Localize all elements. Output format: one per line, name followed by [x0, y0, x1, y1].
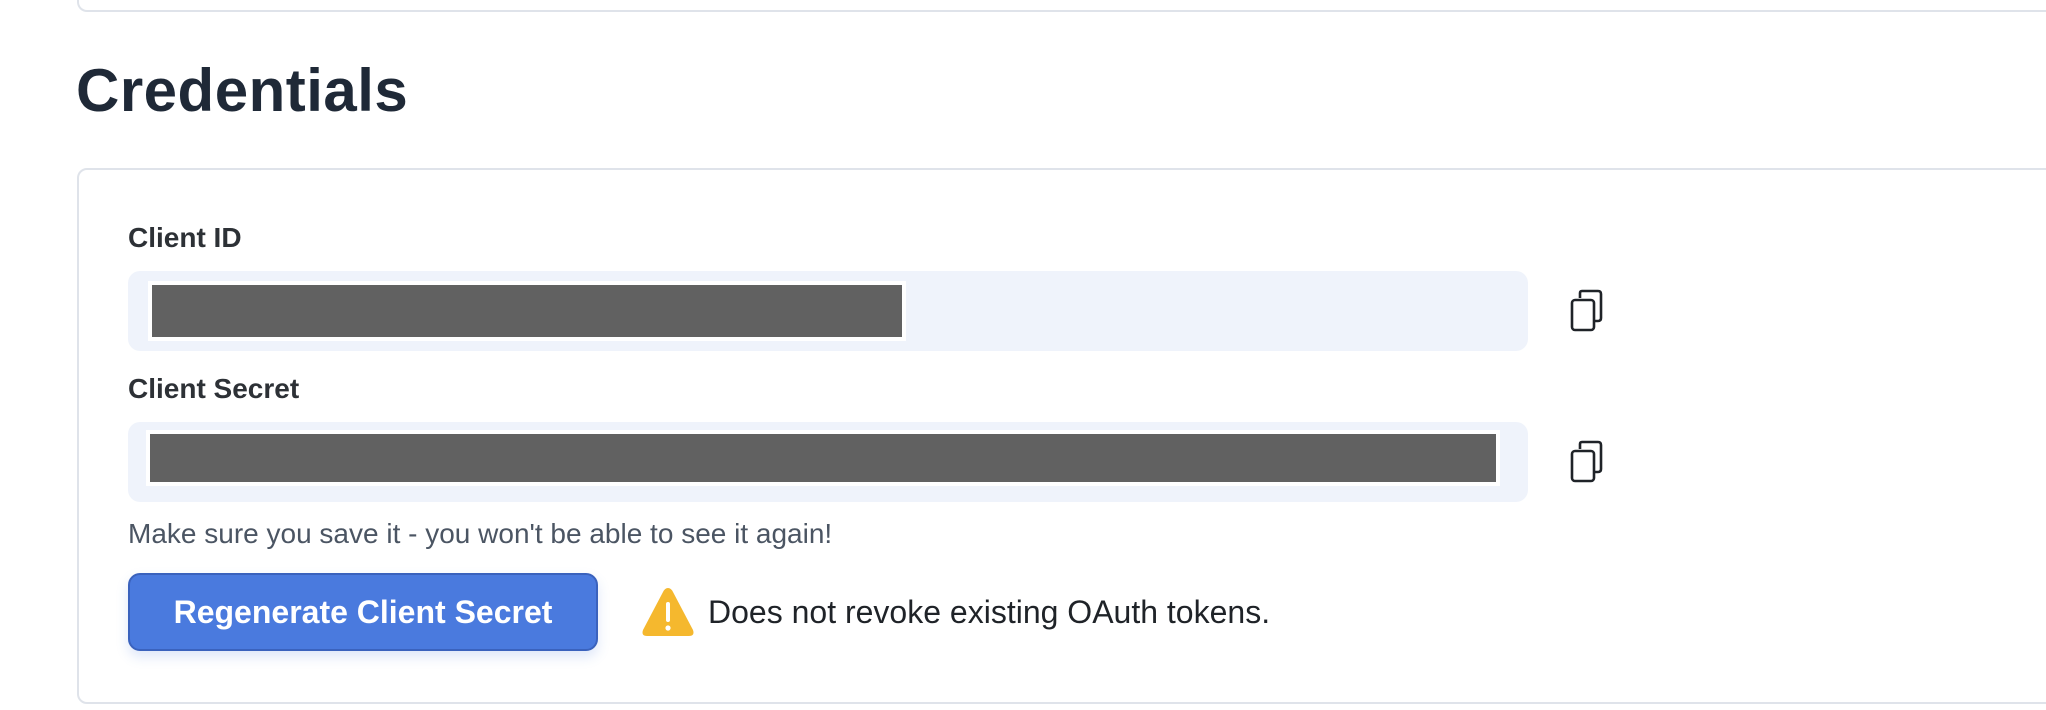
client-secret-field[interactable]: [128, 422, 1528, 502]
save-secret-hint: Make sure you save it - you won't be abl…: [128, 518, 833, 549]
copy-client-id-button[interactable]: [1568, 288, 1608, 334]
regenerate-client-secret-button[interactable]: Regenerate Client Secret: [128, 573, 598, 651]
copy-icon: [1570, 289, 1603, 332]
warning-triangle-icon: [642, 588, 694, 636]
copy-client-secret-button[interactable]: [1568, 439, 1608, 485]
page-title: Credentials: [76, 57, 409, 124]
previous-section-panel: [77, 0, 2046, 12]
client-id-field[interactable]: [128, 271, 1528, 351]
warning-text: Does not revoke existing OAuth tokens.: [708, 594, 1271, 630]
client-secret-label: Client Secret: [128, 373, 300, 404]
client-id-redacted-value: [148, 281, 906, 341]
client-id-label: Client ID: [128, 222, 242, 253]
copy-icon: [1570, 440, 1603, 483]
client-secret-redacted-value: [146, 430, 1500, 486]
